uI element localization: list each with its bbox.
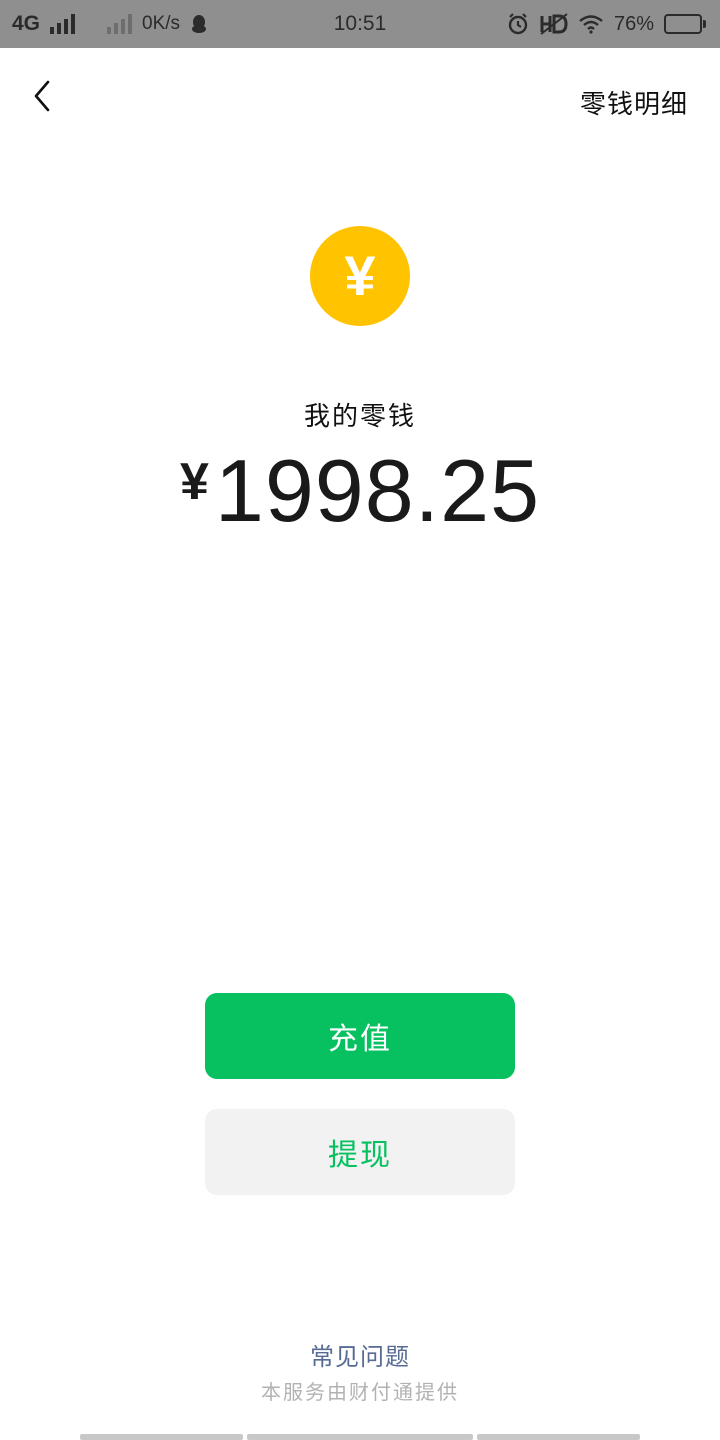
network-speed: 0K/s [142, 13, 181, 34]
status-bar: 4G 0K/s 10:51 76% [0, 0, 720, 48]
nav-hint-bar [477, 1434, 640, 1440]
coin-icon: ¥ [310, 226, 410, 326]
recharge-button[interactable]: 充值 [205, 993, 515, 1079]
currency-symbol: ¥ [179, 453, 209, 511]
nav-hint-bar [247, 1434, 473, 1440]
provider-note: 本服务由财付通提供 [261, 1380, 459, 1404]
balance-details-link[interactable]: 零钱明细 [580, 84, 688, 121]
alarm-icon [508, 13, 528, 35]
signal-icon [50, 14, 76, 34]
battery-percent: 76% [613, 12, 654, 35]
yuan-symbol: ¥ [344, 244, 376, 307]
withdraw-button[interactable]: 提现 [205, 1109, 515, 1195]
balance-value: 1998.25 [214, 441, 541, 540]
battery-icon [664, 14, 706, 34]
network-type: 4G [12, 12, 41, 35]
faq-link[interactable]: 常见问题 [0, 1337, 720, 1372]
balance-amount: ¥1998.25 [0, 440, 720, 542]
signal-icon [107, 14, 133, 34]
wallet-label: 我的零钱 [303, 402, 416, 432]
nav-hint-bar [80, 1434, 243, 1440]
hd-icon [540, 13, 568, 35]
chevron-left-icon[interactable] [28, 78, 60, 114]
wifi-icon [579, 15, 603, 34]
status-left: 4G 0K/s [12, 12, 208, 36]
status-right: 76% [506, 12, 706, 36]
qq-icon [192, 15, 207, 33]
